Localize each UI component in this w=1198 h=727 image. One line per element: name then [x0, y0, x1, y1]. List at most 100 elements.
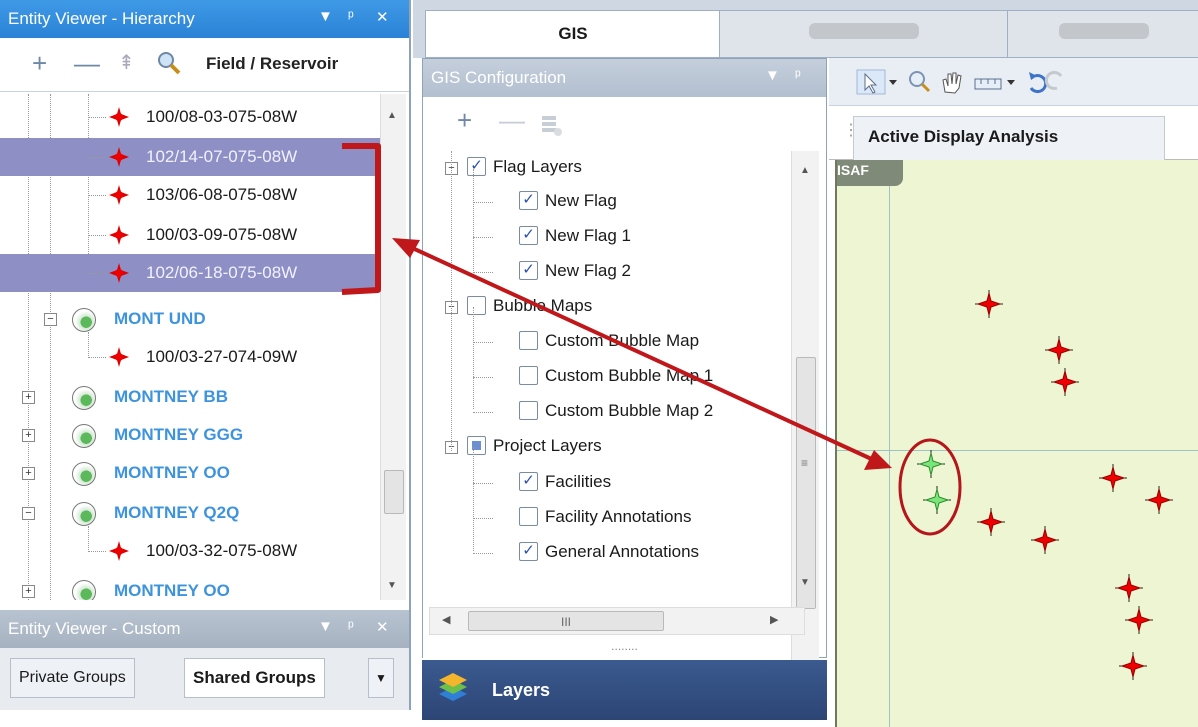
layer-row[interactable]: ✓ New Flag: [423, 185, 791, 219]
tab-blurred-1[interactable]: [719, 10, 1009, 58]
scroll-up-icon[interactable]: ▲: [800, 165, 810, 176]
well-marker-red-icon[interactable]: [1145, 486, 1173, 514]
layer-row[interactable]: ✓ Facilities: [423, 466, 791, 500]
layers-scrollbar[interactable]: ▲ ≡ ▼: [791, 151, 819, 661]
tree-row-group[interactable]: − MONTNEY Q2Q: [0, 494, 380, 532]
layer-row[interactable]: − ✓ Flag Layers: [423, 151, 791, 185]
panel-menu-icon[interactable]: ▼: [318, 618, 333, 635]
well-marker-red-icon[interactable]: [1031, 526, 1059, 554]
layer-row[interactable]: ✓ General Annotations: [423, 536, 791, 570]
layer-checkbox[interactable]: [519, 401, 538, 420]
tree-row-well-selected[interactable]: 102/14-07-075-08W: [0, 138, 380, 176]
layer-label: New Flag 1: [545, 226, 631, 245]
layer-checkbox[interactable]: ✓: [519, 261, 538, 280]
layer-label: Facilities: [545, 472, 612, 491]
close-icon[interactable]: ✕: [376, 618, 389, 636]
collapse-icon[interactable]: −: [44, 313, 57, 326]
tree-row-group[interactable]: + MONTNEY OO: [0, 572, 380, 600]
layers-horizontal-scrollbar[interactable]: ◀ III ▶: [429, 607, 805, 635]
tree-row-well[interactable]: 100/03-09-075-08W: [0, 216, 380, 254]
layer-row[interactable]: Custom Bubble Map 1: [423, 360, 791, 394]
layer-row[interactable]: − Bubble Maps: [423, 290, 791, 324]
panel-menu-icon[interactable]: ▼: [318, 8, 333, 25]
expand-icon[interactable]: +: [22, 585, 35, 598]
pin-icon[interactable]: ᵖ: [348, 8, 354, 25]
well-marker-red-icon[interactable]: [977, 508, 1005, 536]
tree-row-well-selected[interactable]: 102/06-18-075-08W: [0, 254, 380, 292]
scroll-down-icon[interactable]: ▼: [387, 580, 397, 591]
move-up-button[interactable]: ⇞: [118, 50, 135, 76]
pin-icon[interactable]: ᵖ: [348, 618, 354, 635]
layer-row[interactable]: Facility Annotations: [423, 501, 791, 535]
close-icon[interactable]: ✕: [376, 8, 389, 26]
collapse-icon[interactable]: −: [22, 507, 35, 520]
scrollbar-thumb[interactable]: [384, 470, 404, 514]
expand-icon[interactable]: +: [22, 391, 35, 404]
well-marker-red-icon[interactable]: [1099, 464, 1127, 492]
layer-checkbox[interactable]: [519, 507, 538, 526]
layer-checkbox[interactable]: [467, 296, 486, 315]
hscroll-thumb[interactable]: III: [468, 611, 664, 631]
tree-row-well[interactable]: 100/03-32-075-08W: [0, 526, 380, 570]
tab-active-display-analysis[interactable]: Active Display Analysis: [853, 116, 1165, 160]
scroll-up-icon[interactable]: ▲: [387, 110, 397, 121]
layer-row[interactable]: Custom Bubble Map 2: [423, 395, 791, 429]
entity-viewer-title-bar: Entity Viewer - Hierarchy ▼ ᵖ ✕: [0, 0, 409, 38]
layer-checkbox[interactable]: [519, 331, 538, 350]
well-star-icon: [109, 263, 129, 283]
tree-row-group[interactable]: + MONTNEY BB: [0, 378, 380, 416]
field-reservoir-selector[interactable]: Field / Reservoir: [206, 54, 338, 74]
add-button[interactable]: +: [32, 50, 47, 76]
well-marker-red-icon[interactable]: [1119, 652, 1147, 680]
tab-private-groups[interactable]: Private Groups: [10, 658, 135, 698]
layer-checkbox[interactable]: [519, 366, 538, 385]
scroll-right-icon[interactable]: ▶: [770, 613, 778, 626]
well-marker-green-icon[interactable]: [923, 486, 951, 514]
remove-layer-button[interactable]: —: [499, 107, 525, 133]
tab-gis[interactable]: GIS: [425, 10, 721, 58]
hierarchy-scrollbar[interactable]: ▲ ▼: [380, 94, 406, 600]
panel-menu-icon[interactable]: ▼: [765, 67, 780, 84]
layer-checkbox[interactable]: ✓: [519, 226, 538, 245]
tree-row-group[interactable]: + MONTNEY OO: [0, 454, 380, 492]
add-layer-button[interactable]: +: [457, 107, 472, 133]
tree-row-group[interactable]: − MONT UND: [0, 300, 380, 338]
well-marker-red-icon[interactable]: [1051, 368, 1079, 396]
layers-nav-bar[interactable]: Layers: [422, 660, 827, 720]
tab-dropdown-button[interactable]: ▼: [368, 658, 394, 698]
pin-icon[interactable]: ᵖ: [795, 67, 801, 84]
layer-row[interactable]: − Project Layers: [423, 430, 791, 464]
gis-map-canvas[interactable]: ISAF: [835, 160, 1198, 727]
layer-row[interactable]: ✓ New Flag 2: [423, 255, 791, 289]
well-marker-green-icon[interactable]: [917, 450, 945, 478]
well-marker-red-icon[interactable]: [975, 290, 1003, 318]
layer-checkbox[interactable]: ✓: [519, 191, 538, 210]
layer-checkbox[interactable]: ✓: [519, 472, 538, 491]
tree-row-well[interactable]: 100/08-03-075-08W: [0, 98, 380, 136]
scrollbar-thumb[interactable]: ≡: [796, 357, 816, 609]
redo-icon: [1044, 71, 1063, 90]
well-marker-red-icon[interactable]: [1115, 574, 1143, 602]
layer-properties-icon[interactable]: [539, 113, 565, 139]
well-marker-red-icon[interactable]: [1125, 606, 1153, 634]
well-marker-red-icon[interactable]: [1045, 336, 1073, 364]
expand-icon[interactable]: +: [22, 429, 35, 442]
tab-blurred-2[interactable]: [1007, 10, 1198, 58]
layer-checkbox[interactable]: ✓: [519, 542, 538, 561]
tab-shared-groups[interactable]: Shared Groups: [184, 658, 325, 698]
zoom-icon: [909, 71, 931, 93]
remove-button[interactable]: —: [74, 50, 100, 76]
tree-row-group[interactable]: + MONTNEY GGG: [0, 416, 380, 454]
layer-checkbox[interactable]: ✓: [467, 157, 486, 176]
layer-row[interactable]: ✓ New Flag 1: [423, 220, 791, 254]
tree-row-well[interactable]: 100/03-27-074-09W: [0, 332, 380, 376]
search-icon[interactable]: [156, 50, 182, 76]
undo-icon: [1029, 72, 1048, 93]
expand-icon[interactable]: +: [22, 467, 35, 480]
layer-row[interactable]: Custom Bubble Map: [423, 325, 791, 359]
splitter-grip[interactable]: ........: [423, 639, 826, 657]
tree-row-well[interactable]: 103/06-08-075-08W: [0, 176, 380, 214]
scroll-left-icon[interactable]: ◀: [442, 613, 450, 626]
layer-checkbox[interactable]: [467, 436, 486, 455]
scroll-down-icon[interactable]: ▼: [800, 577, 810, 588]
